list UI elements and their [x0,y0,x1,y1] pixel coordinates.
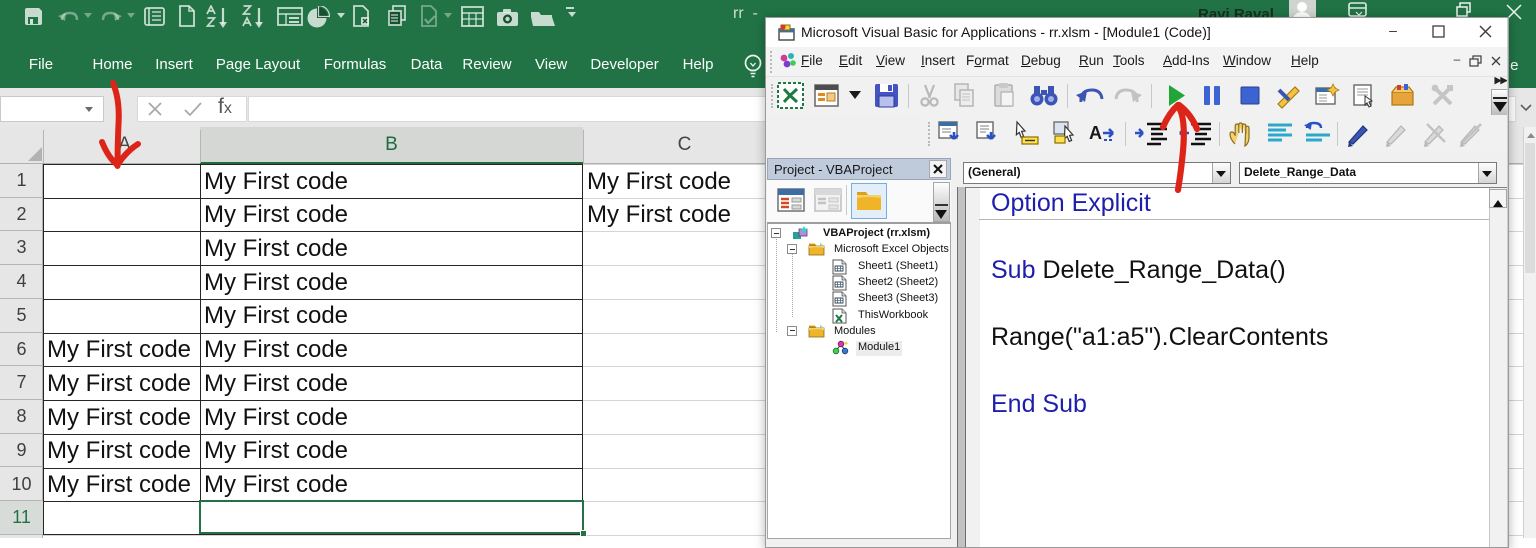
svg-text:A: A [1089,123,1102,143]
